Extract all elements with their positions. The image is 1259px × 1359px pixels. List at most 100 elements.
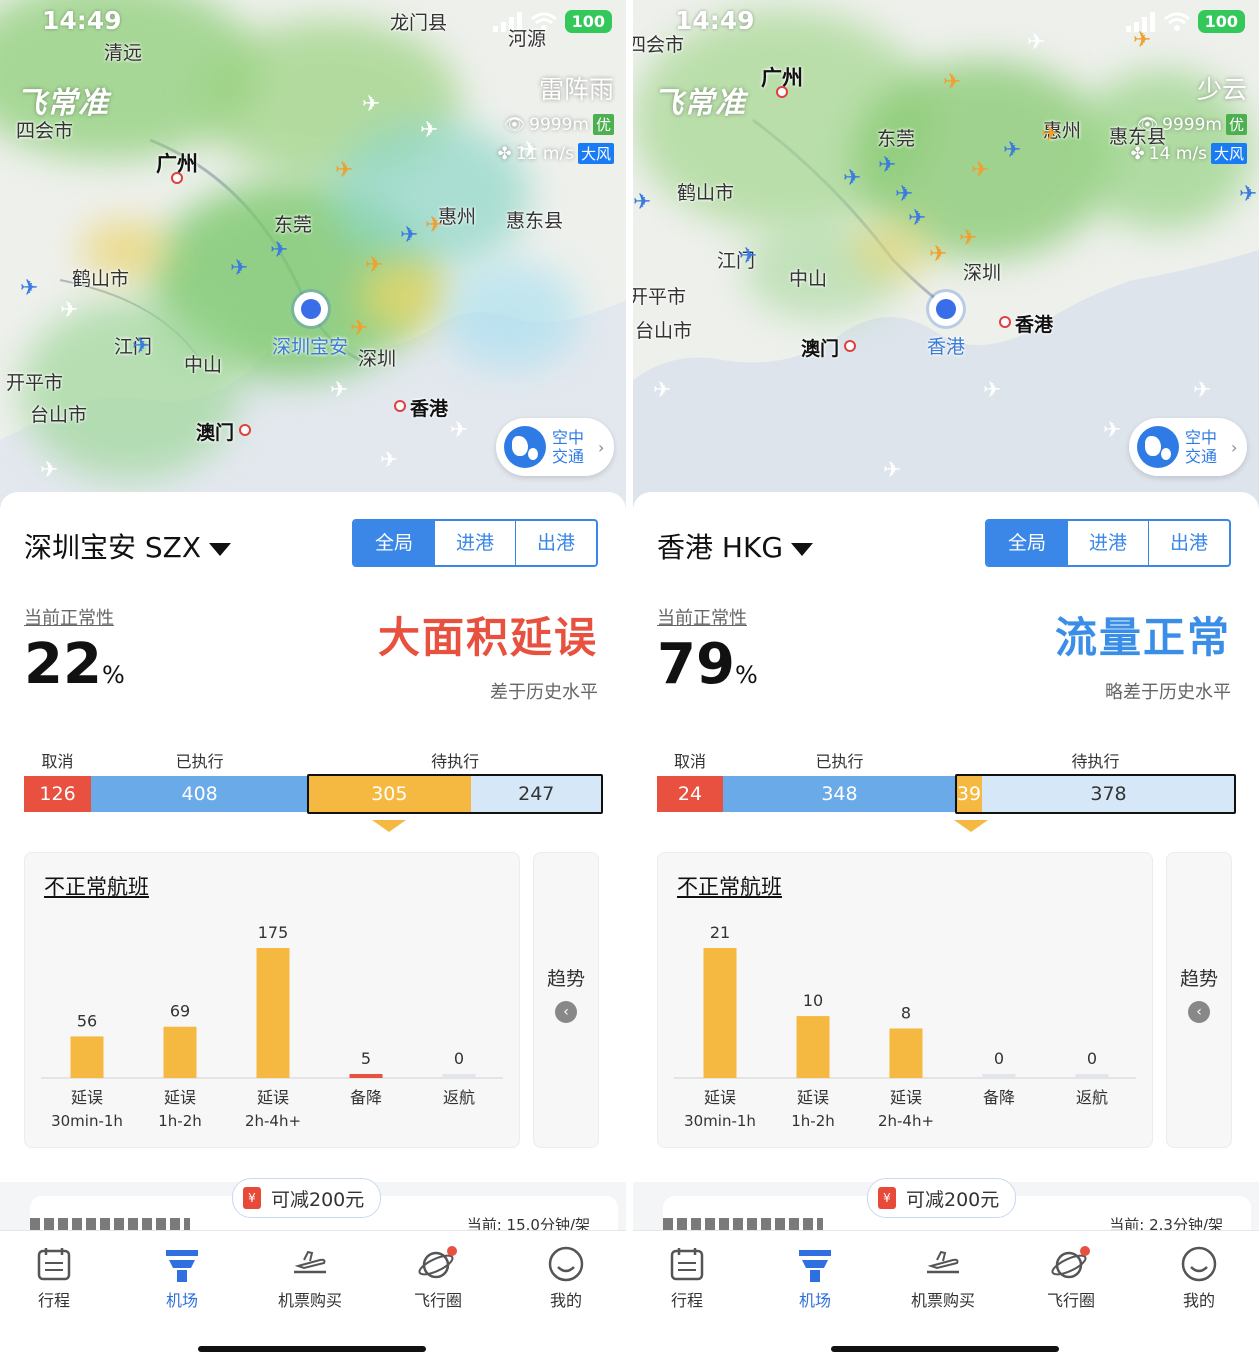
plane-icon[interactable]: ✈ bbox=[425, 215, 443, 237]
chart-bar[interactable] bbox=[349, 1074, 383, 1078]
plane-icon[interactable]: ✈ bbox=[450, 420, 468, 442]
city-label: 开平市 bbox=[633, 286, 687, 308]
plane-icon[interactable]: ✈ bbox=[1133, 30, 1151, 52]
plane-icon[interactable]: ✈ bbox=[362, 94, 380, 116]
ontime-label[interactable]: 当前正常性 bbox=[657, 604, 747, 630]
plane-icon[interactable]: ✈ bbox=[653, 380, 671, 402]
chart-bar[interactable] bbox=[889, 1028, 923, 1078]
map-view[interactable]: 14:49 100 飞常准 少云 👁 9999m 优 ✤ 14 m/s 大风 四会市 广… bbox=[633, 0, 1259, 520]
plane-icon[interactable]: ✈ bbox=[633, 192, 651, 214]
tab-trips[interactable]: 行程 bbox=[4, 1241, 104, 1311]
segment-arrival[interactable]: 进港 bbox=[434, 521, 515, 565]
plane-icon[interactable]: ✈ bbox=[1103, 420, 1121, 442]
plane-icon[interactable]: ✈ bbox=[350, 318, 368, 340]
segment-all[interactable]: 全局 bbox=[354, 521, 434, 565]
home-indicator[interactable] bbox=[831, 1346, 1059, 1352]
control-tower-icon bbox=[799, 1250, 831, 1282]
trend-button[interactable]: 趋势 ‹ bbox=[533, 852, 599, 1148]
plane-icon[interactable]: ✈ bbox=[929, 244, 947, 266]
plane-icon[interactable]: ✈ bbox=[1239, 184, 1257, 206]
plane-icon[interactable]: ✈ bbox=[365, 255, 383, 277]
chart-category-label: 返航 bbox=[1076, 1088, 1108, 1107]
city-label: 四会市 bbox=[633, 34, 685, 56]
tab-me[interactable]: 我的 bbox=[516, 1241, 616, 1311]
chart-bar[interactable] bbox=[703, 948, 737, 1078]
plane-icon[interactable]: ✈ bbox=[943, 72, 961, 94]
plane-icon[interactable]: ✈ bbox=[843, 168, 861, 190]
plane-icon[interactable]: ✈ bbox=[400, 225, 418, 247]
plane-icon[interactable]: ✈ bbox=[908, 208, 926, 230]
home-indicator[interactable] bbox=[198, 1346, 426, 1352]
plane-icon[interactable]: ✈ bbox=[971, 160, 989, 182]
plane-icon[interactable]: ✈ bbox=[983, 380, 1001, 402]
plane-icon[interactable]: ✈ bbox=[335, 160, 353, 182]
chart-bar[interactable] bbox=[256, 948, 290, 1078]
air-traffic-label: 空中交通 bbox=[552, 428, 585, 466]
trend-button[interactable]: 趋势 ‹ bbox=[1166, 852, 1232, 1148]
pending-pointer-arrow bbox=[953, 820, 988, 832]
plane-icon[interactable]: ✈ bbox=[1027, 32, 1045, 54]
tab-me[interactable]: 我的 bbox=[1149, 1241, 1249, 1311]
plane-icon[interactable]: ✈ bbox=[883, 460, 901, 482]
chart-bar[interactable] bbox=[70, 1036, 104, 1078]
direction-segmented-control[interactable]: 全局 进港 出港 bbox=[985, 519, 1231, 567]
chart-bar[interactable] bbox=[442, 1074, 476, 1078]
tab-flying-circle[interactable]: 飞行圈 bbox=[388, 1241, 488, 1311]
airport-location-marker[interactable] bbox=[294, 292, 328, 326]
plane-icon[interactable]: ✈ bbox=[20, 278, 38, 300]
chart-bar[interactable] bbox=[796, 1016, 830, 1078]
plane-icon[interactable]: ✈ bbox=[380, 450, 398, 472]
bar-segment-done: 408 bbox=[91, 776, 309, 812]
plane-icon[interactable]: ✈ bbox=[1193, 380, 1211, 402]
coupon-bubble[interactable]: ¥ 可减200元 bbox=[232, 1178, 382, 1218]
ontime-label[interactable]: 当前正常性 bbox=[24, 604, 114, 630]
visibility-value: 9999m bbox=[529, 114, 589, 135]
map-view[interactable]: 14:49 100 飞常准 雷阵雨 👁 9999m 优 ✤ 11 m/s 大风 清远 龙… bbox=[0, 0, 626, 520]
ontime-unit: % bbox=[101, 661, 125, 689]
coupon-bubble[interactable]: ¥ 可减200元 bbox=[867, 1178, 1017, 1218]
plane-icon[interactable]: ✈ bbox=[520, 140, 538, 162]
segment-departure[interactable]: 出港 bbox=[1148, 521, 1229, 565]
chart-bar[interactable] bbox=[163, 1026, 197, 1078]
plane-icon[interactable]: ✈ bbox=[330, 380, 348, 402]
red-envelope-icon: ¥ bbox=[243, 1187, 261, 1209]
tab-tickets[interactable]: 机票购买 bbox=[260, 1241, 360, 1311]
plane-icon[interactable]: ✈ bbox=[132, 336, 150, 358]
plane-icon[interactable]: ✈ bbox=[959, 228, 977, 250]
direction-segmented-control[interactable]: 全局 进港 出港 bbox=[352, 519, 598, 567]
segment-all[interactable]: 全局 bbox=[987, 521, 1067, 565]
segment-arrival[interactable]: 进港 bbox=[1067, 521, 1148, 565]
air-traffic-button[interactable]: 空中交通 › bbox=[496, 418, 614, 476]
plane-icon[interactable]: ✈ bbox=[878, 155, 896, 177]
planet-icon bbox=[1051, 1246, 1090, 1279]
plane-icon[interactable]: ✈ bbox=[1003, 140, 1021, 162]
tab-trips[interactable]: 行程 bbox=[637, 1241, 737, 1311]
airport-name: 香港 HKG bbox=[657, 531, 784, 564]
plane-icon[interactable]: ✈ bbox=[60, 300, 78, 322]
plane-icon[interactable]: ✈ bbox=[895, 184, 913, 206]
smiley-face-icon bbox=[1181, 1246, 1217, 1282]
plane-icon[interactable]: ✈ bbox=[420, 120, 438, 142]
plane-icon[interactable]: ✈ bbox=[230, 258, 248, 280]
chart-bar[interactable] bbox=[1075, 1074, 1109, 1078]
airport-selector[interactable]: 深圳宝安 SZX bbox=[24, 526, 232, 566]
tab-airport[interactable]: 机场 bbox=[765, 1241, 865, 1311]
tab-tickets[interactable]: 机票购买 bbox=[893, 1241, 993, 1311]
globe-icon bbox=[1137, 426, 1179, 468]
plane-icon[interactable]: ✈ bbox=[270, 240, 288, 262]
plane-icon[interactable]: ✈ bbox=[739, 246, 757, 268]
airport-selector[interactable]: 香港 HKG bbox=[657, 526, 814, 566]
air-traffic-button[interactable]: 空中交通 › bbox=[1129, 418, 1247, 476]
tab-airport[interactable]: 机场 bbox=[132, 1241, 232, 1311]
chart-category-label: 延误 bbox=[797, 1088, 829, 1107]
city-label: 惠东县 bbox=[506, 210, 564, 232]
city-label: 台山市 bbox=[30, 404, 88, 426]
airport-location-marker[interactable] bbox=[929, 292, 963, 326]
traffic-status: 大面积延误 bbox=[377, 613, 598, 662]
segment-departure[interactable]: 出港 bbox=[515, 521, 596, 565]
city-label: 龙门县 bbox=[390, 12, 448, 34]
plane-icon[interactable]: ✈ bbox=[1041, 124, 1059, 146]
tab-flying-circle[interactable]: 飞行圈 bbox=[1021, 1241, 1121, 1311]
plane-icon[interactable]: ✈ bbox=[40, 460, 58, 482]
chart-bar[interactable] bbox=[982, 1074, 1016, 1078]
